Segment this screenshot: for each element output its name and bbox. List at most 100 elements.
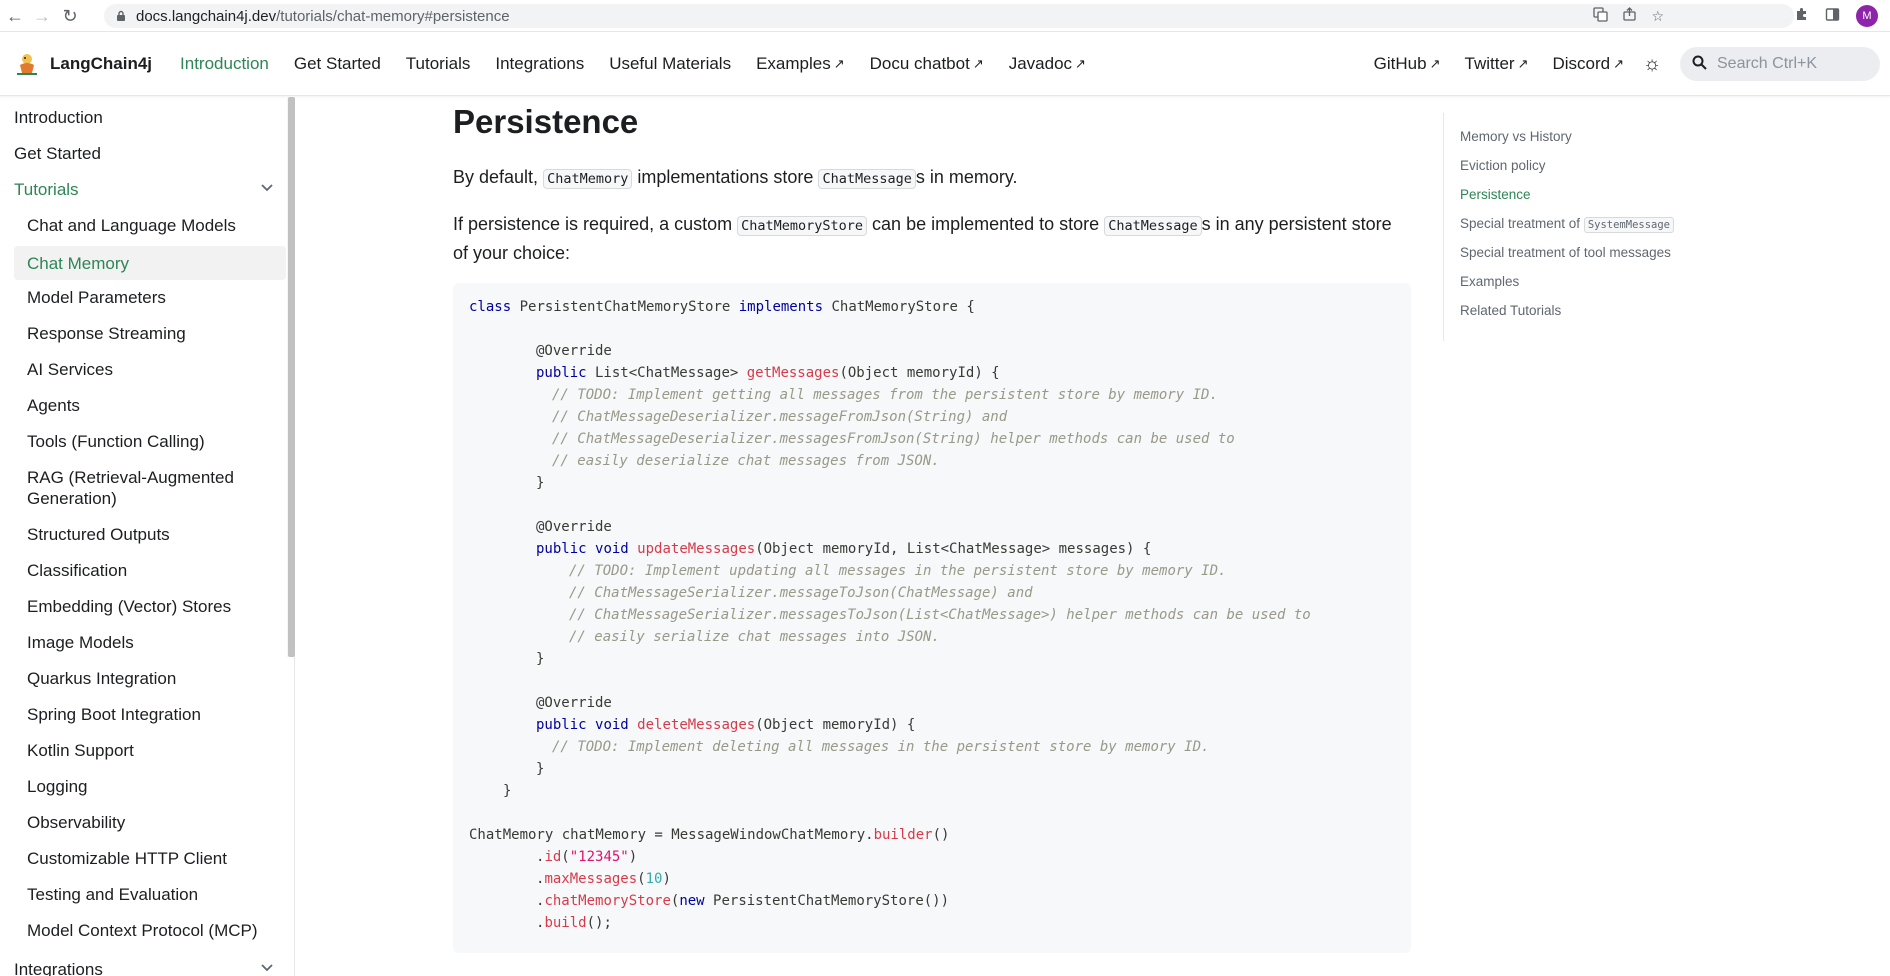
sidebar-item-testing-and-evaluation[interactable]: Testing and Evaluation <box>14 884 286 905</box>
code-line: } <box>536 475 545 491</box>
sidebar-item-tutorials[interactable]: Tutorials <box>14 179 286 200</box>
nav-link-label: Introduction <box>180 53 269 73</box>
nav-link-label: Integrations <box>495 53 585 73</box>
sidebar-item-label: Chat and Language Models <box>27 216 236 235</box>
toc-item-special-treatment-tool-messages[interactable]: Special treatment of tool messages <box>1460 245 1671 260</box>
sidebar-item-introduction[interactable]: Introduction <box>14 107 286 128</box>
sidebar-item-structured-outputs[interactable]: Structured Outputs <box>14 524 286 545</box>
sidebar-item-label: Embedding (Vector) Stores <box>27 597 232 616</box>
code-text: () <box>932 827 950 843</box>
sidebar-item-rag[interactable]: RAG (Retrieval-Augmented Generation) <box>14 467 244 509</box>
extensions-icon[interactable] <box>1794 7 1809 26</box>
toc-item-eviction-policy[interactable]: Eviction policy <box>1460 158 1546 173</box>
function-name: build <box>544 915 587 931</box>
profile-avatar[interactable]: M <box>1856 5 1878 27</box>
sidebar-item-customizable-http-client[interactable]: Customizable HTTP Client <box>14 848 286 869</box>
nav-link-discord[interactable]: Discord ↗ <box>1552 54 1624 74</box>
sidebar-item-ai-services[interactable]: AI Services <box>14 359 286 380</box>
sidebar-item-label: Introduction <box>14 108 103 127</box>
function-name: getMessages <box>746 365 840 381</box>
code-comment: // ChatMessageSerializer.messageToJson(C… <box>569 585 1033 601</box>
sun-icon[interactable]: ☼ <box>1638 50 1666 78</box>
forward-icon[interactable]: → <box>27 0 57 32</box>
inline-code: SystemMessage <box>1583 217 1675 233</box>
toc-item-memory-vs-history[interactable]: Memory vs History <box>1460 129 1572 144</box>
sidebar-item-integrations[interactable]: Integrations <box>14 959 286 976</box>
page-title: Persistence <box>453 103 639 140</box>
sidebar-item-image-models[interactable]: Image Models <box>14 632 286 653</box>
code-line: public void updateMessages(Object memory… <box>536 538 1151 560</box>
search-icon <box>1692 55 1707 74</box>
browser-toolbar: ← → ↻ docs.langchain4j.dev/tutorials/cha… <box>0 0 1890 32</box>
brand-link[interactable]: LangChain4j <box>14 32 152 96</box>
nav-link-introduction[interactable]: Introduction <box>180 54 269 74</box>
nav-link-github[interactable]: GitHub ↗ <box>1374 54 1441 74</box>
table-of-contents: Memory vs History Eviction policy Persis… <box>1443 113 1883 341</box>
external-link-icon: ↗ <box>972 55 984 71</box>
translate-icon[interactable] <box>1593 7 1609 25</box>
code-text: ) <box>628 849 638 865</box>
nav-link-twitter[interactable]: Twitter ↗ <box>1465 54 1529 74</box>
sidebar-item-spring-boot-integration[interactable]: Spring Boot Integration <box>14 704 286 725</box>
keyword: void <box>595 541 629 557</box>
nav-link-get-started[interactable]: Get Started <box>294 54 381 74</box>
sidebar-item-tools[interactable]: Tools (Function Calling) <box>14 431 286 452</box>
sidebar-item-label: Logging <box>27 777 88 796</box>
sidebar-scrollbar-thumb[interactable] <box>288 97 295 657</box>
code-block[interactable]: class PersistentChatMemoryStore implemen… <box>453 283 1411 953</box>
toc-item-related-tutorials[interactable]: Related Tutorials <box>1460 303 1561 318</box>
nav-link-docu-chatbot[interactable]: Docu chatbot ↗ <box>870 54 984 74</box>
sidebar-item-get-started[interactable]: Get Started <box>14 143 286 164</box>
search-input[interactable] <box>1717 55 1867 73</box>
sidebar-item-label: Spring Boot Integration <box>27 705 201 724</box>
code-text: ChatMemory chatMemory = MessageWindowCha… <box>469 827 874 843</box>
sidebar-item-mcp[interactable]: Model Context Protocol (MCP) <box>14 920 286 941</box>
code-line: .chatMemoryStore(new PersistentChatMemor… <box>536 890 949 912</box>
text: By default, <box>453 167 544 187</box>
back-icon[interactable]: ← <box>0 0 30 32</box>
sidebar-item-agents[interactable]: Agents <box>14 395 286 416</box>
code-comment: // easily serialize chat messages into J… <box>569 629 940 645</box>
nav-link-javadoc[interactable]: Javadoc ↗ <box>1009 54 1086 74</box>
navbar-right: GitHub ↗ Twitter ↗ Discord ↗ ☼ <box>1374 32 1880 96</box>
nav-link-tutorials[interactable]: Tutorials <box>406 54 471 74</box>
address-bar[interactable]: docs.langchain4j.dev/tutorials/chat-memo… <box>104 4 1794 28</box>
nav-link-integrations[interactable]: Integrations <box>495 54 584 74</box>
toc-item-special-treatment-system-message[interactable]: Special treatment of SystemMessage <box>1460 216 1675 233</box>
sidebar-item-model-parameters[interactable]: Model Parameters <box>14 287 286 308</box>
reload-icon[interactable]: ↻ <box>55 0 85 32</box>
sidebar-item-kotlin-support[interactable]: Kotlin Support <box>14 740 286 761</box>
chevron-down-icon[interactable] <box>260 959 274 976</box>
bookmark-star-icon[interactable]: ☆ <box>1651 8 1664 25</box>
paragraph-default-storage: By default, ChatMemory implementations s… <box>453 164 1403 193</box>
function-name: id <box>544 849 562 865</box>
code-text: ) <box>662 871 671 887</box>
sidebar-item-chat-memory[interactable]: Chat Memory <box>14 246 286 280</box>
code-line: ChatMemory chatMemory = MessageWindowCha… <box>469 824 949 846</box>
sidebar-item-chat-and-language-models[interactable]: Chat and Language Models <box>14 215 286 236</box>
sidebar-item-quarkus-integration[interactable]: Quarkus Integration <box>14 668 286 689</box>
nav-link-examples[interactable]: Examples ↗ <box>756 54 845 74</box>
side-panel-icon[interactable] <box>1825 7 1840 26</box>
chevron-down-icon[interactable] <box>260 179 274 200</box>
sidebar-item-embedding-stores[interactable]: Embedding (Vector) Stores <box>14 596 286 617</box>
code-comment: // easily deserialize chat messages from… <box>552 453 940 469</box>
sidebar-item-response-streaming[interactable]: Response Streaming <box>14 323 286 344</box>
code-text: ( <box>637 871 646 887</box>
sidebar-item-label: Response Streaming <box>27 324 186 343</box>
nav-link-useful-materials[interactable]: Useful Materials <box>609 54 731 74</box>
nav-link-label: Useful Materials <box>609 53 732 73</box>
code-line: public List<ChatMessage> getMessages(Obj… <box>536 362 1000 384</box>
sidebar-item-observability[interactable]: Observability <box>14 812 286 833</box>
sidebar-item-logging[interactable]: Logging <box>14 776 286 797</box>
search-box[interactable] <box>1680 47 1880 81</box>
code-line: } <box>536 651 545 667</box>
sidebar-item-classification[interactable]: Classification <box>14 560 286 581</box>
share-icon[interactable] <box>1622 7 1637 25</box>
external-link-icon: ↗ <box>833 55 845 71</box>
toc-item-examples[interactable]: Examples <box>1460 274 1519 289</box>
toc-item-persistence[interactable]: Persistence <box>1460 187 1531 202</box>
keyword: public <box>536 541 587 557</box>
text: implementations store <box>632 167 819 187</box>
code-line: @Override <box>536 695 612 711</box>
